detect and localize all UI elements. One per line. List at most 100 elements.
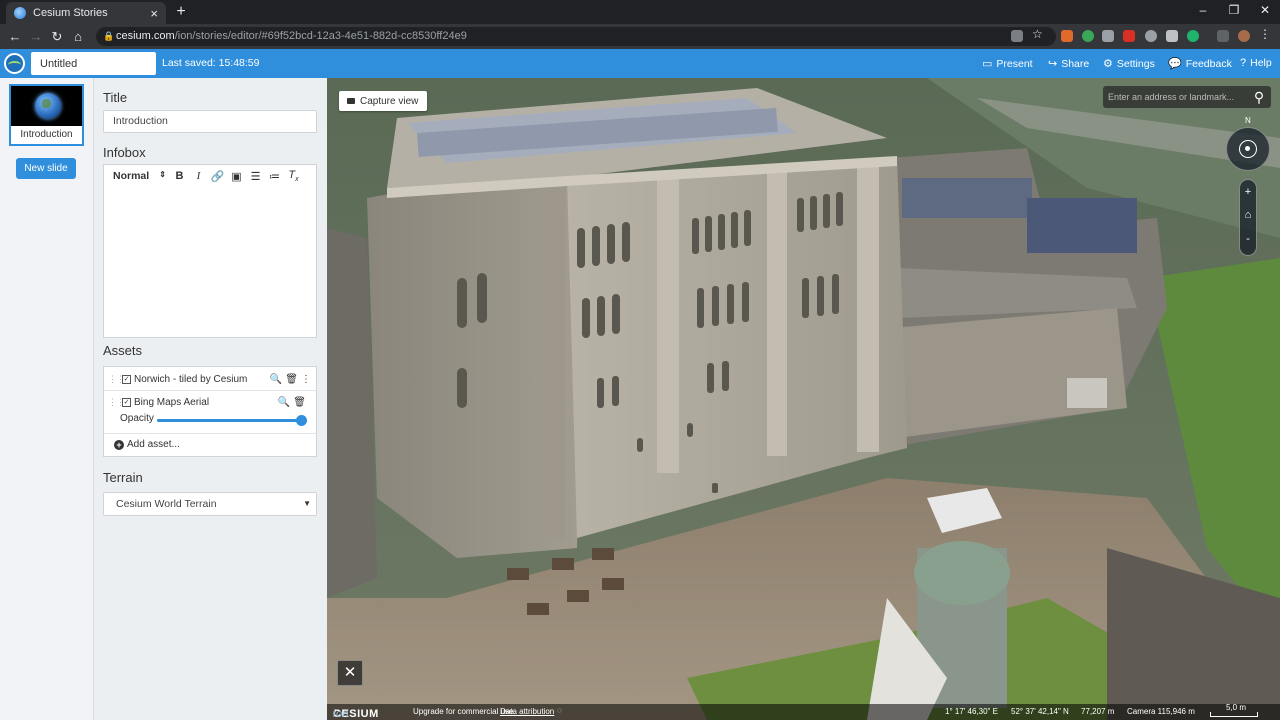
format-select[interactable]: Normal ⇕ bbox=[113, 170, 170, 182]
settings-button[interactable]: ⚙ Settings bbox=[1103, 57, 1155, 71]
trash-icon[interactable]: 🗑 bbox=[293, 397, 306, 408]
more-options-icon[interactable]: ⋮ bbox=[301, 374, 311, 385]
help-label: Help bbox=[1250, 57, 1272, 69]
geocoder-search-input[interactable]: Enter an address or landmark... ⚲ bbox=[1103, 86, 1271, 108]
title-heading: Title bbox=[103, 90, 128, 105]
url-host: cesium.com bbox=[116, 30, 175, 42]
feedback-button[interactable]: 💬 Feedback bbox=[1168, 57, 1232, 71]
add-asset-button[interactable]: + Add asset... bbox=[114, 439, 180, 450]
clear-format-icon[interactable]: Tx bbox=[284, 169, 303, 183]
star-bookmark-icon[interactable]: ☆ bbox=[1032, 27, 1044, 41]
ordered-list-icon[interactable]: ☰ bbox=[246, 170, 265, 183]
feedback-label: Feedback bbox=[1185, 57, 1232, 70]
home-icon[interactable]: ⌂ bbox=[69, 28, 87, 46]
divider bbox=[104, 433, 316, 434]
loading-spinner-icon: ◌ bbox=[557, 706, 562, 715]
extension-icon[interactable] bbox=[1102, 30, 1114, 42]
close-window-button[interactable]: ✕ bbox=[1250, 3, 1280, 17]
asset-name: Bing Maps Aerial bbox=[134, 396, 210, 408]
extension-icon[interactable] bbox=[1166, 30, 1178, 42]
plus-icon: + bbox=[114, 439, 124, 450]
link-icon[interactable]: 🔗 bbox=[208, 170, 227, 183]
scale-bar bbox=[1210, 712, 1258, 717]
fullscreen-toggle-icon[interactable]: ✕ bbox=[337, 660, 363, 686]
terrain-select[interactable]: Cesium World Terrain ▼ bbox=[103, 492, 317, 516]
maximize-window-button[interactable]: ❐ bbox=[1219, 3, 1249, 17]
infobox-toolbar: Normal ⇕ B I 🔗 ▣ ☰ ≔ Tx bbox=[103, 164, 317, 188]
search-icon[interactable]: ⚲ bbox=[1250, 88, 1268, 106]
forward-icon[interactable]: → bbox=[27, 28, 45, 46]
opacity-label: Opacity bbox=[120, 413, 154, 424]
asset-row[interactable]: ⋮⋮ ✓ Bing Maps Aerial 🔍 🗑 bbox=[104, 391, 316, 413]
asset-name: Norwich - tiled by Cesium bbox=[134, 373, 248, 385]
profile-avatar[interactable] bbox=[1238, 30, 1250, 42]
extension-icon[interactable] bbox=[1123, 30, 1135, 42]
close-tab-icon[interactable]: × bbox=[150, 6, 158, 21]
infobox-editor[interactable] bbox=[103, 187, 317, 338]
help-button[interactable]: ? Help bbox=[1240, 57, 1272, 69]
address-bar[interactable]: 🔒 cesium.com/ion/stories/editor/#69f52bcd… bbox=[96, 27, 1056, 46]
capture-view-label: Capture view bbox=[360, 95, 419, 107]
browser-toolbar: ← → ↻ ⌂ 🔒 cesium.com/ion/stories/editor/#… bbox=[0, 24, 1280, 49]
cesium-favicon-icon bbox=[14, 7, 26, 19]
new-tab-button[interactable]: + bbox=[172, 3, 190, 21]
capture-view-button[interactable]: Capture view bbox=[339, 91, 428, 111]
url-path: /ion/stories/editor/#69f52bcd-12a3-4e51-… bbox=[174, 30, 467, 42]
scale-label: 5,0 m bbox=[1226, 703, 1247, 712]
home-view-icon[interactable]: ⌂ bbox=[1240, 209, 1256, 221]
zoom-to-icon[interactable]: 🔍 bbox=[270, 374, 282, 385]
navigation-compass[interactable]: N bbox=[1226, 116, 1270, 171]
present-button[interactable]: ▭ Present bbox=[982, 57, 1033, 71]
present-label: Present bbox=[996, 57, 1033, 70]
asset-row[interactable]: ⋮⋮ ✓ Norwich - tiled by Cesium 🔍 🗑 ⋮ bbox=[104, 368, 316, 390]
extension-icon[interactable] bbox=[1082, 30, 1094, 42]
slide-title-input[interactable]: Introduction bbox=[103, 110, 317, 133]
infobox-heading: Infobox bbox=[103, 145, 146, 160]
comment-icon: 💬 bbox=[1168, 58, 1182, 70]
app-header: Last saved: 15:48:59 ▭Present ↪Share ⚙Se… bbox=[0, 49, 1280, 78]
back-icon[interactable]: ← bbox=[6, 28, 24, 46]
cast-icon[interactable] bbox=[1217, 30, 1229, 42]
zoom-in-button[interactable]: + bbox=[1240, 186, 1256, 198]
format-select-value: Normal bbox=[113, 170, 150, 182]
share-button[interactable]: ↪ Share bbox=[1048, 57, 1089, 71]
help-icon: ? bbox=[1240, 57, 1247, 69]
browser-tab-strip: Cesium Stories × + – ❐ ✕ bbox=[0, 0, 1280, 24]
image-icon[interactable]: ▣ bbox=[227, 170, 246, 183]
asset-checkbox[interactable]: ✓ bbox=[122, 374, 131, 384]
zoom-control: + ⌂ - bbox=[1239, 179, 1257, 256]
terrain-heading: Terrain bbox=[103, 470, 143, 485]
data-attribution-link[interactable]: Data attribution bbox=[500, 707, 554, 716]
more-menu-icon[interactable]: ⋮ bbox=[1259, 27, 1271, 41]
extension-icon[interactable] bbox=[1145, 30, 1157, 42]
minimize-window-button[interactable]: – bbox=[1188, 3, 1218, 17]
drag-handle-icon[interactable]: ⋮⋮ bbox=[108, 374, 125, 385]
opacity-slider-handle[interactable] bbox=[296, 415, 307, 426]
bold-icon[interactable]: B bbox=[170, 170, 189, 182]
translate-icon[interactable] bbox=[1011, 30, 1023, 42]
slide-item[interactable]: Introduction bbox=[9, 84, 84, 146]
new-slide-button[interactable]: New slide bbox=[16, 158, 76, 179]
opacity-slider-fill bbox=[157, 419, 302, 422]
zoom-out-button[interactable]: - bbox=[1240, 233, 1256, 245]
extension-icon[interactable] bbox=[1187, 30, 1199, 42]
trash-icon[interactable]: 🗑 bbox=[285, 374, 298, 385]
latitude-readout: 52° 37' 42,14" N bbox=[1011, 707, 1069, 716]
reload-icon[interactable]: ↻ bbox=[48, 28, 66, 46]
search-placeholder: Enter an address or landmark... bbox=[1108, 92, 1235, 102]
bullet-list-icon[interactable]: ≔ bbox=[265, 170, 284, 183]
camera-icon bbox=[347, 98, 355, 104]
extension-icon[interactable] bbox=[1061, 30, 1073, 42]
cesium-logo-icon[interactable] bbox=[4, 53, 25, 74]
drag-handle-icon[interactable]: ⋮⋮ bbox=[108, 397, 125, 408]
opacity-slider[interactable] bbox=[157, 415, 307, 426]
3d-scene-view[interactable] bbox=[327, 78, 1280, 720]
zoom-to-icon[interactable]: 🔍 bbox=[278, 397, 290, 408]
asset-checkbox[interactable]: ✓ bbox=[122, 397, 131, 407]
globe-icon bbox=[35, 93, 61, 119]
story-title-input[interactable] bbox=[31, 52, 156, 75]
browser-tab[interactable]: Cesium Stories × bbox=[6, 2, 166, 24]
cesium-3d-viewport[interactable]: Capture view Enter an address or landmar… bbox=[327, 78, 1280, 720]
updown-icon: ⇕ bbox=[159, 170, 166, 179]
italic-icon[interactable]: I bbox=[189, 170, 208, 182]
